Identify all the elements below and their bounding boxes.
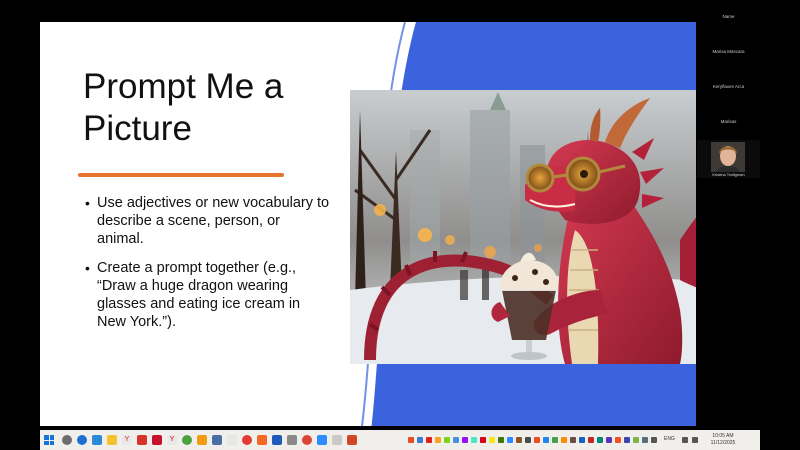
tray-icon[interactable] <box>552 437 558 443</box>
tray-icon[interactable] <box>606 437 612 443</box>
word-icon[interactable] <box>272 435 282 445</box>
tray-icon[interactable] <box>597 437 603 443</box>
app-icon[interactable] <box>182 435 192 445</box>
tray-icon[interactable] <box>543 437 549 443</box>
participant-video-tile[interactable]: Kristina Trafigrosn <box>697 140 760 178</box>
clock-date: 11/12/2025 <box>710 440 736 446</box>
store-icon[interactable] <box>92 435 102 445</box>
participant-tile[interactable]: Marisas <box>697 105 760 139</box>
windows-taskbar: Y Y ENG 10:05 AM 11/12/2025 <box>40 430 760 450</box>
app-icon[interactable] <box>287 435 297 445</box>
presentation-slide: Prompt Me a Picture Use adjectives or ne… <box>40 22 696 426</box>
yandex-icon[interactable]: Y <box>122 435 132 445</box>
participant-video-feed <box>711 142 745 172</box>
tray-icon[interactable] <box>480 437 486 443</box>
app-icon[interactable] <box>227 435 237 445</box>
tray-icon[interactable] <box>642 437 648 443</box>
tray-icon[interactable] <box>615 437 621 443</box>
volume-icon[interactable] <box>692 437 698 443</box>
opera-browser-icon[interactable] <box>242 435 252 445</box>
zoom-icon[interactable] <box>317 435 327 445</box>
tray-icon[interactable] <box>651 437 657 443</box>
tray-icon[interactable] <box>444 437 450 443</box>
tray-icon[interactable] <box>417 437 423 443</box>
tray-icon[interactable] <box>624 437 630 443</box>
participant-tile[interactable]: Marisa Mascara <box>697 35 760 69</box>
language-indicator[interactable]: ENG <box>664 436 675 442</box>
title-underline <box>78 173 284 177</box>
bullet-list: Use adjectives or new vocabulary to desc… <box>85 194 330 342</box>
app-icon[interactable] <box>137 435 147 445</box>
participant-tile[interactable]: Keryflaxes Arca <box>697 70 760 104</box>
edge-browser-icon[interactable] <box>77 435 87 445</box>
tray-icon[interactable] <box>588 437 594 443</box>
clock-time: 10:05 AM <box>712 433 734 439</box>
start-button[interactable] <box>44 435 54 445</box>
app-icon[interactable] <box>332 435 342 445</box>
wifi-icon[interactable] <box>682 437 688 443</box>
bullet-item: Use adjectives or new vocabulary to desc… <box>85 194 330 248</box>
participants-panel: Name Marisa Mascara Keryflaxes Arca Mari… <box>697 0 760 180</box>
tray-icon[interactable] <box>570 437 576 443</box>
participant-tile[interactable]: Name <box>697 0 760 34</box>
save-icon[interactable] <box>212 435 222 445</box>
tray-icon[interactable] <box>435 437 441 443</box>
tray-icon[interactable] <box>489 437 495 443</box>
tray-icon[interactable] <box>408 437 414 443</box>
app-icon[interactable] <box>197 435 207 445</box>
tray-icon[interactable] <box>462 437 468 443</box>
tray-icon[interactable] <box>561 437 567 443</box>
search-icon[interactable] <box>62 435 72 445</box>
participant-name: Kristina Trafigrosn <box>712 172 745 177</box>
yandex-browser-icon[interactable]: Y <box>167 435 177 445</box>
participant-name: Name <box>722 14 735 19</box>
participant-name: Marisas <box>720 119 737 124</box>
participant-name: Keryflaxes Arca <box>712 84 745 89</box>
participant-name: Marisa Mascara <box>712 49 745 54</box>
file-explorer-icon[interactable] <box>107 435 117 445</box>
pdf-reader-icon[interactable] <box>152 435 162 445</box>
tray-icon[interactable] <box>525 437 531 443</box>
tray-icon[interactable] <box>633 437 639 443</box>
tray-icon[interactable] <box>516 437 522 443</box>
tray-icon[interactable] <box>534 437 540 443</box>
slide-title: Prompt Me a Picture <box>83 67 284 148</box>
powerpoint-icon[interactable] <box>347 435 357 445</box>
tray-icon[interactable] <box>453 437 459 443</box>
tray-icon[interactable] <box>498 437 504 443</box>
dragon-eating-ice-cream-image <box>350 90 696 364</box>
chrome-browser-icon[interactable] <box>302 435 312 445</box>
tray-icon[interactable] <box>579 437 585 443</box>
app-icon[interactable] <box>257 435 267 445</box>
bullet-item: Create a prompt together (e.g., “Draw a … <box>85 259 330 331</box>
tray-icon[interactable] <box>471 437 477 443</box>
system-clock[interactable]: 10:05 AM 11/12/2025 <box>708 433 738 447</box>
tray-icon[interactable] <box>507 437 513 443</box>
tray-icon[interactable] <box>426 437 432 443</box>
